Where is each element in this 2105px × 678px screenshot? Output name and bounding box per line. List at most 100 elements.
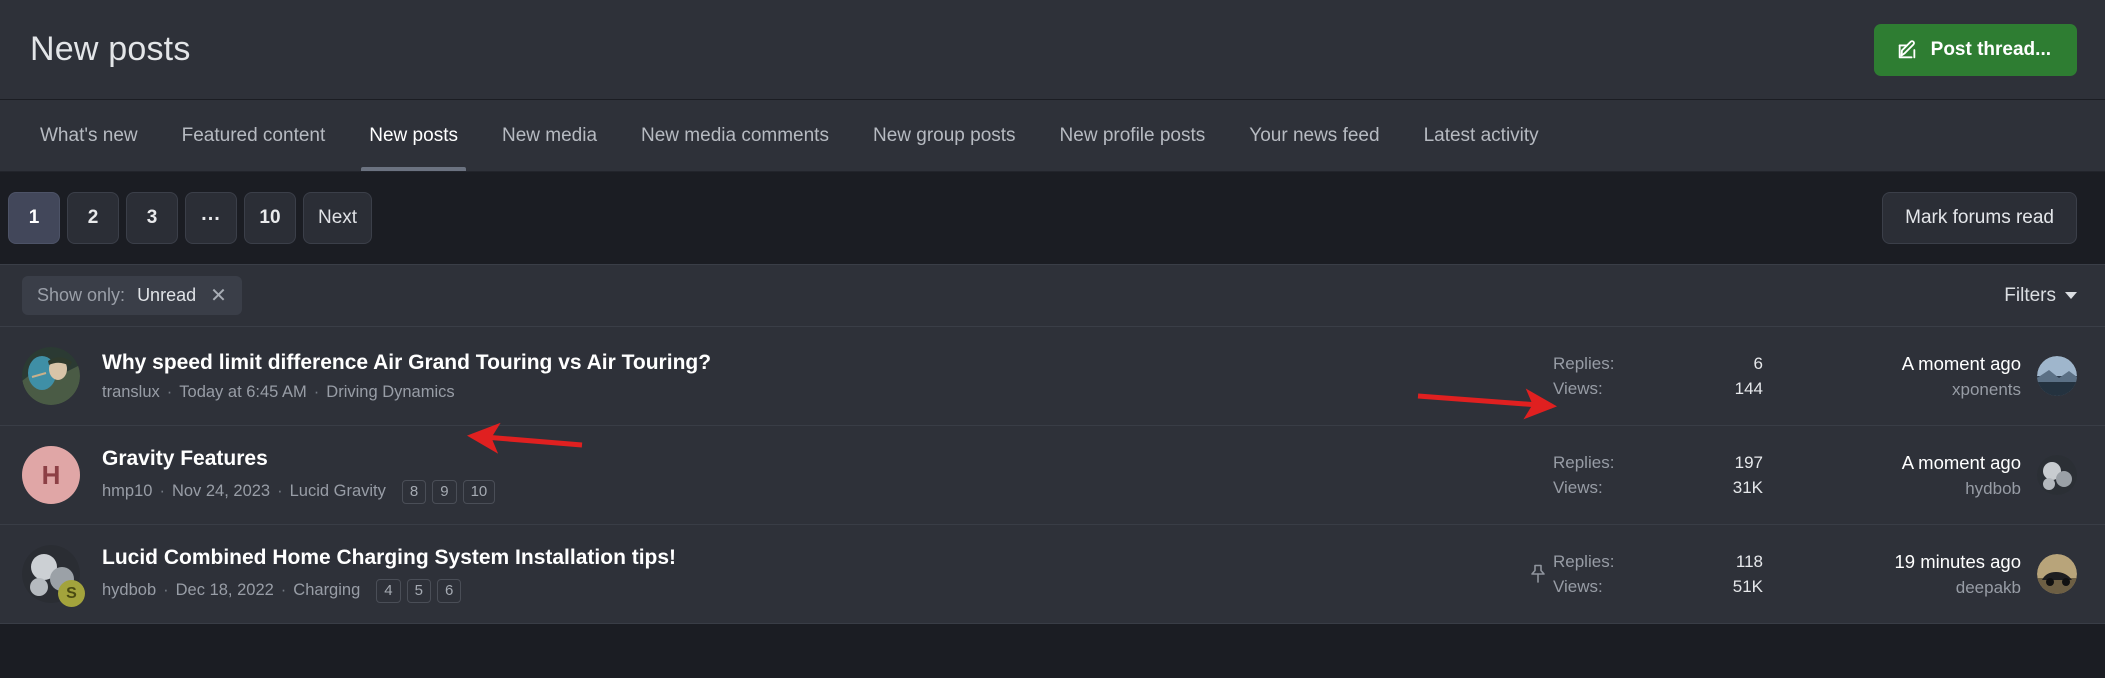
replies-value: 197 [1734, 452, 1763, 472]
last-post-avatar[interactable] [2037, 356, 2077, 396]
tab-new-profile-posts[interactable]: New profile posts [1038, 100, 1228, 171]
thread-main: Gravity Features hmp10 · Nov 24, 2023 · … [102, 446, 1523, 504]
filters-dropdown-toggle[interactable]: Filters [2004, 285, 2077, 307]
thread-forum-link[interactable]: Driving Dynamics [326, 383, 454, 402]
thread-forum-link[interactable]: Charging [293, 581, 360, 600]
last-post-time[interactable]: A moment ago [1821, 353, 2021, 375]
pagination-label: 10 [259, 207, 281, 228]
meta-separator: · [313, 383, 320, 402]
close-icon[interactable]: ✕ [210, 286, 227, 306]
tab-whats-new[interactable]: What's new [18, 100, 160, 171]
tab-label: What's new [40, 124, 138, 146]
avatar[interactable]: H [22, 446, 80, 504]
mini-page-link[interactable]: 4 [376, 578, 401, 603]
pagination-label: Next [318, 207, 358, 228]
thread-meta: hmp10 · Nov 24, 2023 · Lucid Gravity 8 9… [102, 479, 1503, 504]
filter-chip-value: Unread [137, 285, 197, 305]
filter-chip-show-only-unread[interactable]: Show only: Unread ✕ [22, 276, 242, 315]
thread-author-link[interactable]: hydbob [102, 581, 156, 600]
avatar[interactable] [22, 347, 80, 405]
pagination-page-1[interactable]: 1 [8, 192, 60, 244]
avatar[interactable]: S [22, 545, 85, 607]
mini-pagination: 8 9 10 [401, 479, 496, 504]
tab-label: New media [501, 124, 598, 146]
replies-value: 118 [1735, 551, 1763, 571]
last-post-time[interactable]: A moment ago [1821, 452, 2021, 474]
meta-separator: · [277, 482, 283, 501]
thread-last-post: A moment ago xponents [1821, 353, 2021, 400]
last-post-time[interactable]: 19 minutes ago [1821, 551, 2021, 573]
thread-forum-link[interactable]: Lucid Gravity [290, 482, 386, 501]
thread-meta: translux · Today at 6:45 AM · Driving Dy… [102, 383, 1503, 402]
tab-featured-content[interactable]: Featured content [160, 100, 348, 171]
mini-page-link[interactable]: 6 [436, 578, 462, 603]
pagination-label: 1 [28, 207, 40, 228]
views-label: Views: [1553, 576, 1603, 596]
mini-page-link[interactable]: 9 [432, 479, 457, 504]
avatar-status-badge: S [58, 580, 85, 607]
post-thread-button[interactable]: Post thread... [1873, 23, 2077, 76]
last-post-user[interactable]: xponents [1821, 380, 2021, 400]
avatar-initial-h: H [22, 446, 80, 504]
mini-page-link[interactable]: 8 [401, 479, 427, 504]
last-post-user[interactable]: hydbob [1821, 479, 2021, 499]
tab-label: New posts [369, 124, 458, 146]
tab-your-news-feed[interactable]: Your news feed [1227, 100, 1401, 171]
pagination-label: ... [201, 202, 221, 225]
pagination: 1 2 3 ... 10 Next [8, 192, 373, 244]
pin-icon [1523, 564, 1553, 584]
thread-title-link[interactable]: Gravity Features [102, 446, 1503, 472]
mini-page-link[interactable]: 5 [406, 578, 431, 603]
table-row[interactable]: S Lucid Combined Home Charging System In… [0, 525, 2105, 624]
pagination-label: 2 [87, 207, 99, 228]
thread-list-block: Show only: Unread ✕ Filters Why speed li… [0, 264, 2105, 624]
filters-label: Filters [2004, 284, 2056, 306]
chevron-down-icon [2065, 292, 2077, 299]
thread-author-link[interactable]: translux [102, 383, 160, 402]
replies-label: Replies: [1553, 353, 1615, 373]
tab-strip: What's new Featured content New posts Ne… [0, 100, 2105, 172]
thread-date: Today at 6:45 AM [179, 383, 307, 402]
meta-separator: · [166, 383, 173, 402]
pagination-ellipsis[interactable]: ... [185, 192, 237, 244]
mini-page-link[interactable]: 10 [462, 479, 496, 504]
last-post-avatar[interactable] [2037, 455, 2077, 495]
tab-label: New profile posts [1059, 124, 1206, 146]
meta-separator: · [280, 581, 287, 600]
mini-pagination: 4 5 6 [376, 578, 462, 603]
meta-separator: · [163, 581, 169, 600]
tab-label: Featured content [181, 124, 326, 146]
avatar-initial: H [41, 459, 61, 490]
thread-title-link[interactable]: Why speed limit difference Air Grand Tou… [102, 350, 1503, 376]
thread-stats: Replies: 6 Views: 144 [1553, 354, 1763, 399]
tab-new-group-posts[interactable]: New group posts [851, 100, 1038, 171]
views-value: 144 [1734, 378, 1763, 398]
tab-latest-activity[interactable]: Latest activity [1402, 100, 1561, 171]
tab-label: Your news feed [1249, 124, 1380, 146]
tab-new-media[interactable]: New media [480, 100, 619, 171]
avatar-image-person [22, 347, 80, 405]
table-row[interactable]: H Gravity Features hmp10 · Nov 24, 2023 … [0, 426, 2105, 525]
thread-author-link[interactable]: hmp10 [102, 482, 152, 501]
filter-bar: Show only: Unread ✕ Filters [0, 265, 2105, 327]
filter-chip-prefix: Show only: [37, 285, 126, 305]
pagination-page-3[interactable]: 3 [126, 192, 178, 244]
tab-new-media-comments[interactable]: New media comments [619, 100, 851, 171]
pagination-page-10[interactable]: 10 [244, 192, 296, 244]
table-row[interactable]: Why speed limit difference Air Grand Tou… [0, 327, 2105, 426]
thread-stats: Replies: 197 Views: 31K [1553, 453, 1763, 498]
last-post-user[interactable]: deepakb [1821, 578, 2021, 598]
pagination-page-2[interactable]: 2 [67, 192, 119, 244]
tab-new-posts[interactable]: New posts [347, 100, 480, 171]
replies-value: 6 [1753, 353, 1763, 373]
thread-title-link[interactable]: Lucid Combined Home Charging System Inst… [102, 545, 1503, 571]
pagination-next[interactable]: Next [303, 192, 373, 244]
views-value: 51K [1732, 576, 1763, 596]
thread-main: Why speed limit difference Air Grand Tou… [102, 350, 1523, 402]
meta-separator: · [159, 482, 165, 501]
last-post-avatar[interactable] [2037, 554, 2077, 594]
thread-meta: hydbob · Dec 18, 2022 · Charging 4 5 6 [102, 578, 1503, 603]
pagination-bar: 1 2 3 ... 10 Next Mark forums read [0, 172, 2105, 264]
mark-forums-read-button[interactable]: Mark forums read [1882, 192, 2077, 244]
thread-date: Dec 18, 2022 [175, 581, 274, 600]
